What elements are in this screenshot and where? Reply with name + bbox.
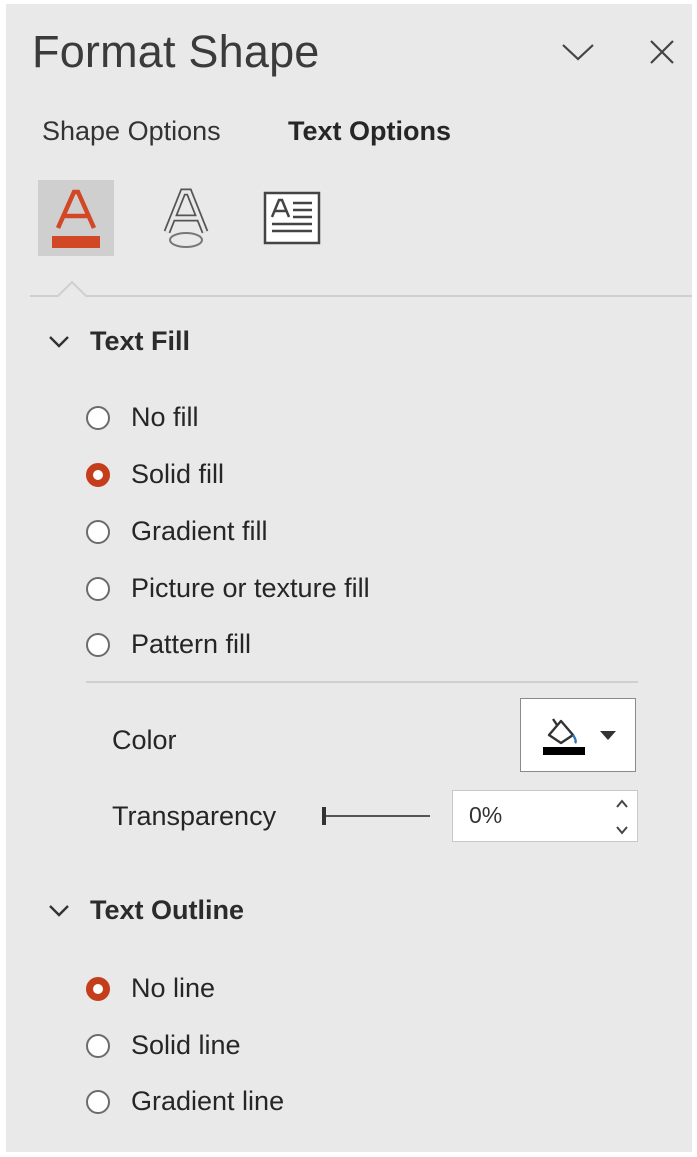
text-effects-tab[interactable] xyxy=(148,180,224,256)
chevron-down-icon xyxy=(46,898,72,924)
transparency-label: Transparency xyxy=(112,801,277,831)
format-shape-pane: Format Shape Shape Options Text Options xyxy=(6,4,692,1152)
radio-gradient-fill[interactable]: Gradient fill xyxy=(86,516,268,547)
radio-label-solid-line: Solid line xyxy=(131,1030,241,1060)
radio-gradient-line[interactable]: Gradient line xyxy=(86,1086,284,1117)
radio-label-gradient-line: Gradient line xyxy=(131,1086,285,1116)
section-header-text-outline[interactable]: Text Outline xyxy=(46,895,244,926)
tab-shape-options[interactable]: Shape Options xyxy=(42,116,221,147)
color-label: Color xyxy=(112,725,177,755)
radio-label-pattern-fill: Pattern fill xyxy=(131,629,252,659)
pane-title: Format Shape xyxy=(32,26,320,77)
transparency-spinbox[interactable]: 0% xyxy=(452,790,638,842)
close-icon xyxy=(650,40,674,64)
radio-button[interactable] xyxy=(86,576,110,601)
text-fill-outline-icon xyxy=(52,189,100,248)
radio-pattern-fill[interactable]: Pattern fill xyxy=(86,629,251,660)
radio-button[interactable] xyxy=(86,1033,110,1058)
radio-button-checked[interactable] xyxy=(86,976,110,1001)
radio-label-solid-fill: Solid fill xyxy=(131,459,225,489)
section-title-text-outline: Text Outline xyxy=(90,895,245,925)
slider-thumb xyxy=(322,807,326,825)
transparency-value[interactable]: 0% xyxy=(469,802,502,829)
radio-label-picture-texture-fill: Picture or texture fill xyxy=(131,573,370,603)
radio-button[interactable] xyxy=(86,1089,110,1114)
radio-label-no-fill: No fill xyxy=(131,402,199,432)
chevron-down-icon xyxy=(562,44,594,61)
section-title-text-fill: Text Fill xyxy=(90,326,191,356)
radio-picture-texture-fill[interactable]: Picture or texture fill xyxy=(86,573,370,604)
radio-solid-fill[interactable]: Solid fill xyxy=(86,459,224,490)
current-color-swatch xyxy=(543,747,585,755)
radio-button[interactable] xyxy=(86,632,110,657)
transparency-slider[interactable] xyxy=(320,802,432,830)
radio-solid-line[interactable]: Solid line xyxy=(86,1030,241,1061)
section-divider xyxy=(86,681,638,683)
radio-label-no-line: No line xyxy=(131,973,216,1003)
textbox-tab[interactable] xyxy=(254,180,330,256)
task-pane-options-button[interactable] xyxy=(558,32,598,72)
radio-no-line[interactable]: No line xyxy=(86,973,215,1004)
radio-button-checked[interactable] xyxy=(86,462,110,487)
radio-no-fill[interactable]: No fill xyxy=(86,402,199,433)
paint-bucket-icon xyxy=(543,718,585,755)
text-fill-outline-tab[interactable] xyxy=(38,180,114,256)
close-pane-button[interactable] xyxy=(642,32,682,72)
section-header-text-fill[interactable]: Text Fill xyxy=(46,326,190,357)
radio-button[interactable] xyxy=(86,519,110,544)
dropdown-arrow-icon xyxy=(600,731,616,740)
textbox-icon xyxy=(263,191,321,245)
color-picker-button[interactable] xyxy=(520,698,636,772)
tab-text-options[interactable]: Text Options xyxy=(288,116,451,147)
radio-button[interactable] xyxy=(86,405,110,430)
text-effects-icon xyxy=(163,188,209,248)
chevron-down-icon xyxy=(46,329,72,355)
spinner-arrows-icon[interactable] xyxy=(613,795,631,839)
tab-separator xyxy=(30,280,692,297)
radio-label-gradient-fill: Gradient fill xyxy=(131,516,268,546)
